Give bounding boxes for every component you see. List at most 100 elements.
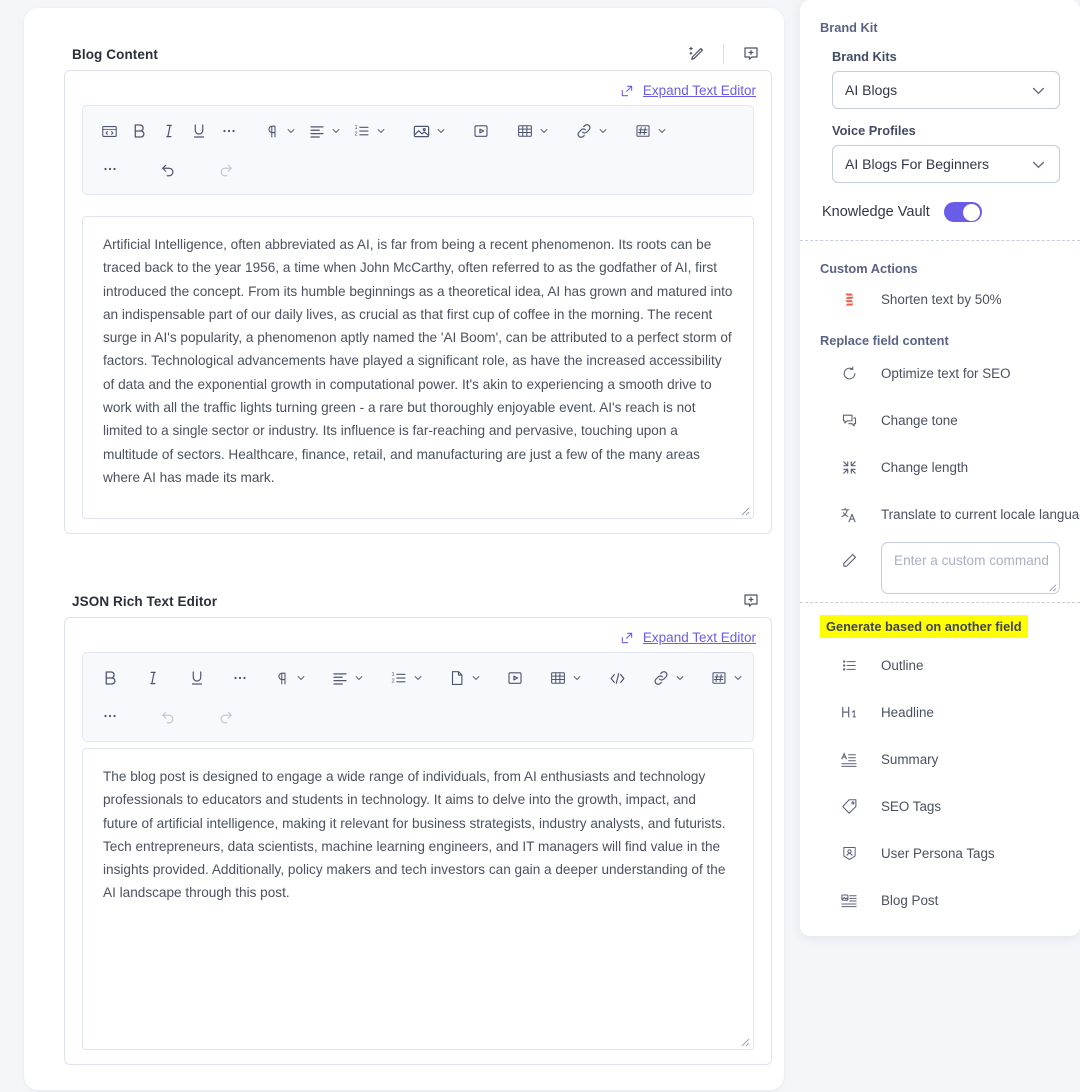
ai-assistant-panel: Brand Kit Brand Kits AI Blogs Voice Prof… bbox=[800, 0, 1080, 936]
table-button[interactable] bbox=[543, 663, 588, 693]
action-label: Summary bbox=[881, 752, 939, 767]
action-blog-post[interactable]: Blog Post bbox=[820, 877, 1060, 924]
action-translate[interactable]: Translate to current locale language bbox=[820, 491, 1080, 538]
action-change-tone[interactable]: Change tone bbox=[820, 397, 1060, 444]
rte-toolbar-row-2 bbox=[87, 150, 749, 188]
ordered-list-button[interactable]: 12 bbox=[347, 116, 392, 146]
brand-kits-select[interactable]: AI Blogs bbox=[832, 71, 1060, 109]
rte-text-area-json[interactable]: The blog post is designed to engage a wi… bbox=[82, 748, 754, 1050]
add-comment-icon[interactable] bbox=[736, 586, 766, 616]
resize-handle[interactable] bbox=[1046, 581, 1057, 592]
bold-button[interactable] bbox=[95, 663, 125, 693]
chevron-down-icon bbox=[675, 673, 685, 683]
action-headline[interactable]: Headline bbox=[820, 689, 1060, 736]
action-summary[interactable]: Summary bbox=[820, 736, 1060, 783]
chevron-down-icon bbox=[1030, 156, 1047, 173]
brand-kits-value: AI Blogs bbox=[845, 82, 898, 98]
custom-actions-section: Custom Actions Shorten text by 50% Repla… bbox=[800, 241, 1080, 594]
refresh-icon bbox=[838, 365, 860, 382]
anchor-button[interactable] bbox=[704, 663, 749, 693]
action-label: User Persona Tags bbox=[881, 846, 995, 861]
embed-code-button[interactable] bbox=[602, 663, 633, 693]
resize-handle[interactable] bbox=[738, 1035, 750, 1047]
more-options-button[interactable] bbox=[95, 154, 125, 184]
chevron-down-icon bbox=[471, 673, 481, 683]
chevron-down-icon bbox=[354, 673, 364, 683]
more-formatting-button[interactable] bbox=[225, 663, 255, 693]
custom-command-row: Enter a custom command bbox=[820, 542, 1060, 594]
main-content-sheet: Blog Content Expand Text Editor 1 2 Arti… bbox=[24, 8, 784, 1090]
app-canvas: Blog Content Expand Text Editor 1 2 Arti… bbox=[12, 0, 1080, 1092]
ordered-list-button[interactable]: 12 bbox=[384, 663, 429, 693]
voice-profiles-select[interactable]: AI Blogs For Beginners bbox=[832, 145, 1060, 183]
rte-text-area-blog[interactable]: Artificial Intelligence, often abbreviat… bbox=[82, 216, 754, 519]
link-button[interactable] bbox=[646, 663, 691, 693]
chevron-down-icon bbox=[598, 126, 608, 136]
chevron-down-icon bbox=[539, 126, 549, 136]
brand-kit-heading: Brand Kit bbox=[820, 20, 878, 35]
italic-button[interactable] bbox=[138, 663, 168, 693]
summary-icon bbox=[838, 751, 860, 769]
paragraph-style-button[interactable] bbox=[258, 116, 302, 146]
ai-magic-pencil-icon[interactable] bbox=[681, 39, 711, 69]
action-seo-tags[interactable]: SEO Tags bbox=[820, 783, 1060, 830]
image-button[interactable] bbox=[406, 116, 452, 146]
action-outline[interactable]: Outline bbox=[820, 642, 1060, 689]
knowledge-vault-row: Knowledge Vault bbox=[822, 202, 1060, 222]
action-label: Headline bbox=[881, 705, 934, 720]
replace-field-content-heading: Replace field content bbox=[820, 333, 949, 348]
rte-toolbar-json: 12 bbox=[82, 652, 754, 742]
knowledge-vault-toggle[interactable] bbox=[943, 202, 982, 222]
page-break-button[interactable] bbox=[442, 663, 487, 693]
svg-text:2: 2 bbox=[391, 679, 394, 685]
text-align-button[interactable] bbox=[302, 116, 347, 146]
expand-text-editor-link[interactable]: Expand Text Editor bbox=[620, 630, 756, 645]
expand-text-editor-link[interactable]: Expand Text Editor bbox=[620, 83, 756, 98]
table-button[interactable] bbox=[510, 116, 555, 146]
action-label: Translate to current locale language bbox=[881, 507, 1080, 522]
undo-button[interactable] bbox=[153, 701, 183, 731]
voice-profiles-label: Voice Profiles bbox=[832, 123, 916, 138]
custom-command-placeholder: Enter a custom command bbox=[894, 553, 1049, 568]
resize-handle[interactable] bbox=[738, 504, 750, 516]
redo-button[interactable] bbox=[211, 154, 241, 184]
action-label: Change length bbox=[881, 460, 969, 475]
action-shorten-text[interactable]: Shorten text by 50% bbox=[820, 276, 1060, 323]
underline-button[interactable] bbox=[182, 663, 212, 693]
blog-content-text: Artificial Intelligence, often abbreviat… bbox=[103, 237, 733, 485]
collapse-icon bbox=[838, 459, 860, 476]
anchor-button[interactable] bbox=[628, 116, 673, 146]
custom-actions-heading: Custom Actions bbox=[820, 261, 918, 276]
paragraph-style-button[interactable] bbox=[268, 663, 312, 693]
expand-icon bbox=[620, 84, 634, 98]
action-change-length[interactable]: Change length bbox=[820, 444, 1060, 491]
video-button[interactable] bbox=[466, 116, 496, 146]
bold-button[interactable] bbox=[124, 116, 154, 146]
add-comment-icon[interactable] bbox=[736, 39, 766, 69]
svg-text:2: 2 bbox=[355, 132, 358, 138]
text-align-button[interactable] bbox=[325, 663, 370, 693]
video-button[interactable] bbox=[500, 663, 530, 693]
generate-section: Generate based on another field Outline … bbox=[800, 603, 1080, 924]
more-options-button[interactable] bbox=[95, 701, 125, 731]
source-code-button[interactable] bbox=[95, 116, 124, 146]
more-formatting-button[interactable] bbox=[214, 116, 244, 146]
blog-post-icon bbox=[838, 892, 860, 910]
page-title: Blog Content bbox=[72, 46, 158, 62]
svg-text:1: 1 bbox=[355, 125, 358, 131]
action-optimize-seo[interactable]: Optimize text for SEO bbox=[820, 350, 1060, 397]
expand-label: Expand Text Editor bbox=[642, 630, 756, 645]
chevron-down-icon bbox=[733, 673, 743, 683]
undo-button[interactable] bbox=[153, 154, 183, 184]
custom-command-input[interactable]: Enter a custom command bbox=[881, 542, 1060, 594]
italic-button[interactable] bbox=[154, 116, 184, 146]
redo-button[interactable] bbox=[211, 701, 241, 731]
action-label: Change tone bbox=[881, 413, 958, 428]
action-label: SEO Tags bbox=[881, 799, 942, 814]
json-editor-text: The blog post is designed to engage a wi… bbox=[103, 769, 726, 901]
link-button[interactable] bbox=[569, 116, 614, 146]
chevron-down-icon bbox=[331, 126, 341, 136]
action-label: Blog Post bbox=[881, 893, 939, 908]
action-user-persona-tags[interactable]: User Persona Tags bbox=[820, 830, 1060, 877]
underline-button[interactable] bbox=[184, 116, 214, 146]
